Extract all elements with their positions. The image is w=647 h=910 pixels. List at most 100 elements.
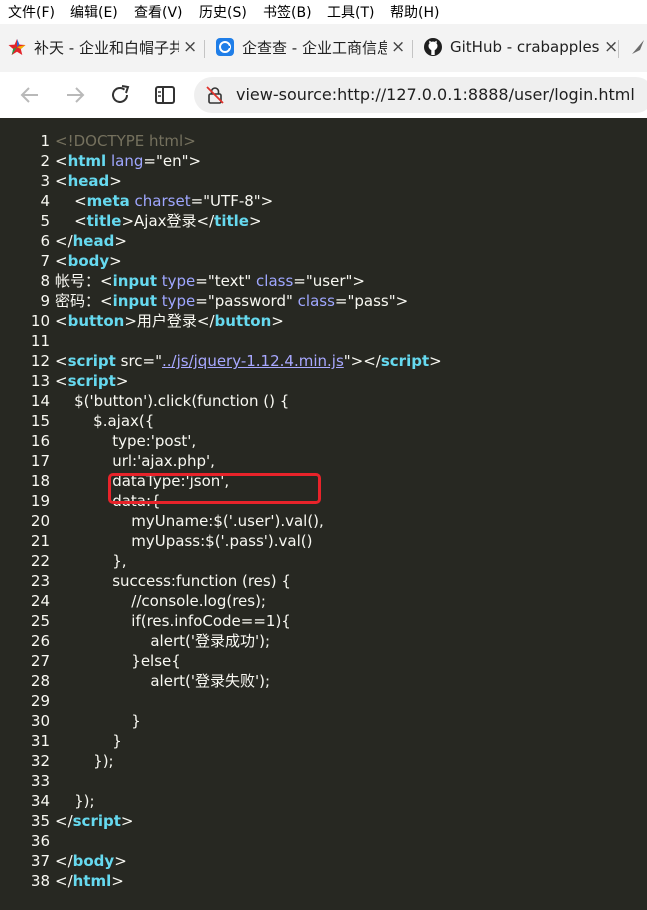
menu-edit[interactable]: 编辑(E)	[70, 2, 118, 22]
url-text[interactable]: view-source:http://127.0.0.1:8888/user/l…	[236, 85, 635, 104]
code-token: >	[248, 212, 262, 230]
code-token: >	[109, 252, 122, 270]
code-token: ="user">	[293, 272, 365, 290]
source-line: 36	[0, 831, 55, 851]
code-token: class	[256, 272, 294, 290]
code-token: ="password"	[195, 292, 298, 310]
source-line: 27 }else{	[0, 651, 181, 671]
code-token: <	[55, 312, 68, 330]
code-token: <	[55, 212, 87, 230]
source-line: 33	[0, 771, 55, 791]
line-number: 11	[30, 332, 50, 350]
menu-help[interactable]: 帮助(H)	[390, 2, 439, 22]
source-line: 8 帐号：<input type="text" class="user">	[0, 271, 365, 291]
code-token: <	[55, 192, 87, 210]
menu-tools[interactable]: 工具(T)	[327, 2, 374, 22]
code-token: }else{	[55, 652, 181, 670]
address-bar[interactable]: view-source:http://127.0.0.1:8888/user/l…	[194, 77, 647, 113]
source-line: 11	[0, 331, 55, 351]
line-number: 35	[30, 812, 50, 830]
forward-icon[interactable]	[63, 83, 87, 107]
tab-separator	[618, 40, 619, 58]
line-number: 30	[30, 712, 50, 730]
code-token: ="pass">	[334, 292, 409, 310]
code-token: ="text"	[195, 272, 257, 290]
line-number: 19	[30, 492, 50, 510]
close-icon[interactable]: ×	[391, 38, 405, 56]
line-number: 24	[30, 592, 50, 610]
line-number: 10	[30, 312, 50, 330]
code-token: >	[114, 232, 127, 250]
code-token: head	[72, 232, 115, 250]
close-icon[interactable]: ×	[183, 38, 197, 56]
code-token: >	[271, 312, 284, 330]
code-token: <	[55, 372, 68, 390]
reload-icon[interactable]	[108, 83, 132, 107]
line-number: 14	[30, 392, 50, 410]
source-line: 21 myUpass:$('.pass').val()	[0, 531, 313, 551]
code-token: input	[112, 292, 157, 310]
code-token: "></	[343, 352, 381, 370]
tab-butian[interactable]: 补天 - 企业和白帽子共 ×	[8, 34, 197, 60]
source-line: 25 if(res.infoCode==1){	[0, 611, 291, 631]
code-token: lang	[110, 152, 144, 170]
tab-partial[interactable]	[630, 34, 647, 60]
code-token: button	[214, 312, 272, 330]
line-number: 38	[30, 872, 50, 890]
source-line: 5 <title>Ajax登录</title>	[0, 211, 262, 231]
menu-bookmarks[interactable]: 书签(B)	[263, 2, 312, 22]
code-token: },	[55, 552, 127, 570]
code-token: button	[67, 312, 125, 330]
code-token: myUname:$('.user').val(),	[55, 512, 324, 530]
line-number: 37	[30, 852, 50, 870]
code-token: >	[109, 172, 122, 190]
code-token: >	[120, 812, 134, 830]
reader-view-icon[interactable]	[153, 83, 177, 107]
source-link[interactable]: ../js/jquery-1.12.4.min.js	[162, 352, 344, 370]
line-number: 8	[40, 272, 50, 290]
menu-bar: 文件(F) 编辑(E) 查看(V) 历史(S) 书签(B) 工具(T) 帮助(H…	[0, 0, 647, 24]
source-line: 38 </html>	[0, 871, 124, 891]
line-number: 25	[30, 612, 50, 630]
tab-qichacha[interactable]: 企查查 - 企业工商信息 ×	[216, 34, 405, 60]
code-token: type	[161, 292, 196, 310]
code-token: input	[112, 272, 157, 290]
source-line: 17 url:'ajax.php',	[0, 451, 215, 471]
close-icon[interactable]: ×	[604, 38, 618, 56]
insecure-lock-icon[interactable]	[206, 86, 224, 104]
code-token: src="	[115, 352, 162, 370]
code-token: ="en">	[143, 152, 202, 170]
code-token: type:'post',	[55, 432, 197, 450]
source-line: 10 <button>用户登录</button>	[0, 311, 284, 331]
source-line: 23 success:function (res) {	[0, 571, 291, 591]
menu-history[interactable]: 历史(S)	[199, 2, 247, 22]
github-logo-icon	[424, 38, 442, 56]
menu-view[interactable]: 查看(V)	[134, 2, 183, 22]
line-number: 31	[30, 732, 50, 750]
feather-logo-icon	[630, 38, 647, 56]
code-token: >用户登录</	[124, 312, 215, 330]
source-line: 7 <body>	[0, 251, 122, 271]
code-token: >	[111, 872, 124, 890]
source-line: 12 <script src="../js/jquery-1.12.4.min.j…	[0, 351, 442, 371]
line-number: 9	[40, 292, 50, 310]
code-token: 帐号：<	[55, 272, 113, 290]
code-token: });	[55, 792, 95, 810]
code-token: <	[55, 252, 68, 270]
line-number: 23	[30, 572, 50, 590]
code-token: }	[55, 732, 122, 750]
source-line: 9 密码：<input type="password" class="pass">	[0, 291, 408, 311]
tab-separator	[412, 40, 413, 58]
code-token: html	[67, 152, 107, 170]
line-number: 29	[30, 692, 50, 710]
back-icon[interactable]	[18, 83, 42, 107]
menu-file[interactable]: 文件(F)	[8, 2, 55, 22]
code-token: </	[55, 232, 73, 250]
code-token: >Ajax登录</	[121, 212, 215, 230]
line-number: 1	[40, 132, 50, 150]
line-number: 18	[30, 472, 50, 490]
tab-github[interactable]: GitHub - crabapples ×	[424, 34, 618, 60]
line-number: 2	[40, 152, 50, 170]
tab-title: GitHub - crabapples	[450, 38, 600, 56]
code-token: <	[55, 152, 68, 170]
